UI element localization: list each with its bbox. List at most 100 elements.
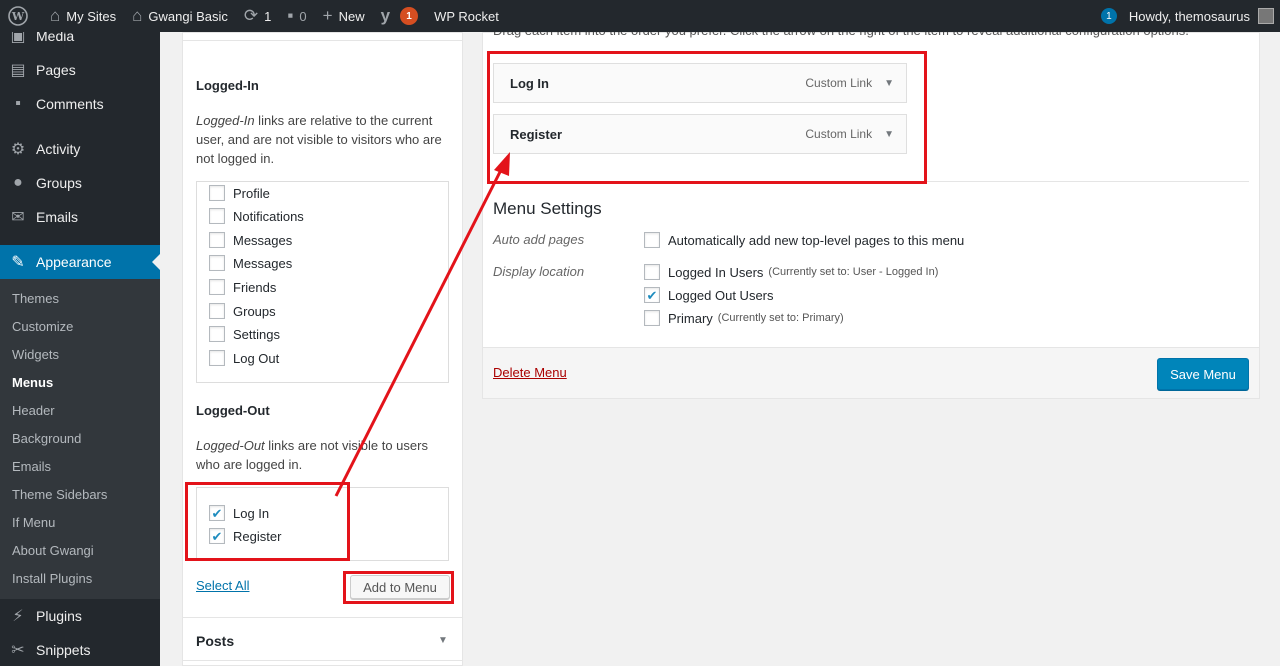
my-sites-label: My Sites [66,8,117,24]
logged-in-heading: Logged-In [196,78,259,93]
site-name-label: Gwangi Basic [148,8,228,24]
logged-in-checklist: Profile Notifications Messages Messages … [196,181,449,383]
checklist-item-label: Notifications [233,208,304,224]
sidebar-item-emails[interactable]: ✉ Emails [0,200,160,234]
save-menu-button[interactable]: Save Menu [1157,358,1249,390]
new-content-menu[interactable]: + New [315,0,373,32]
checkbox[interactable] [209,185,225,201]
site-name-menu[interactable]: ⌂ Gwangi Basic [124,0,236,32]
auto-add-pages-option[interactable]: Automatically add new top-level pages to… [644,232,964,248]
sidebar-item-label: Activity [36,141,81,157]
updates-menu[interactable]: ⟳ 1 [236,0,279,32]
sidebar-item-label: Groups [36,175,82,191]
checkbox[interactable] [209,326,225,342]
plus-icon: + [322,6,333,25]
location-note: (Currently set to: Primary) [717,312,844,324]
menu-settings-title: Menu Settings [493,199,602,218]
checklist-item-profile[interactable]: Profile [209,185,270,201]
sidebar-item-pages[interactable]: ▤ Pages [0,53,160,87]
checklist-item-settings[interactable]: Settings [209,326,280,342]
sidebar-item-label: Plugins [36,608,82,624]
submenu-item-themes[interactable]: Themes [0,285,160,313]
submenu-item-emails[interactable]: Emails [0,453,160,481]
checklist-item-notifications[interactable]: Notifications [209,208,304,224]
sidebar-item-groups[interactable]: ● Groups [0,166,160,200]
logged-out-desc-emphasis: Logged-Out [196,438,265,453]
sidebar-item-comments[interactable]: ▪ Comments [0,87,160,121]
wp-rocket-menu[interactable]: WP Rocket [426,0,507,32]
logged-in-desc-emphasis: Logged-In [196,113,255,128]
activity-icon: ⚙ [10,141,26,158]
submenu-item-theme-sidebars[interactable]: Theme Sidebars [0,481,160,509]
annotation-box-add-to-menu [343,571,454,604]
submenu-item-about-gwangi[interactable]: About Gwangi [0,537,160,565]
checklist-item-label: Messages [233,232,293,248]
select-all-link[interactable]: Select All [196,578,249,593]
comment-bubble-icon: ▪ [287,6,294,25]
display-location-label: Display location [493,264,585,279]
howdy-account-menu[interactable]: Howdy, themosaurus [1129,9,1250,24]
location-note: (Currently set to: User - Logged In) [768,266,939,278]
notification-badge[interactable]: 1 [1100,8,1117,24]
checkbox[interactable] [209,350,225,366]
location-label: Primary [668,310,713,326]
checkbox-checked[interactable] [644,287,660,303]
submenu-item-if-menu[interactable]: If Menu [0,509,160,537]
location-primary[interactable]: Primary (Currently set to: Primary) [644,310,844,326]
wordpress-logo-icon: W [8,6,28,26]
location-logged-out-users[interactable]: Logged Out Users [644,287,774,303]
sidebar-item-snippets[interactable]: ✂ Snippets [0,633,160,666]
groups-icon: ● [13,174,23,191]
logged-in-description: Logged-In links are relative to the curr… [196,111,452,168]
my-sites-menu[interactable]: ⌂ My Sites [42,0,124,32]
new-label: New [338,8,365,24]
wordpress-logo-button[interactable]: W [0,0,42,32]
menu-footer: Delete Menu Save Menu [483,347,1259,398]
checkbox[interactable] [209,279,225,295]
avatar[interactable] [1258,8,1274,24]
submenu-item-widgets[interactable]: Widgets [0,341,160,369]
checkbox[interactable] [209,255,225,271]
checklist-item-log-out[interactable]: Log Out [209,350,279,366]
checklist-item-friends[interactable]: Friends [209,279,276,295]
checkbox[interactable] [644,232,660,248]
checklist-item-groups[interactable]: Groups [209,303,276,319]
pages-icon: ▤ [10,62,26,79]
checklist-item-label: Groups [233,303,276,319]
submenu-item-background[interactable]: Background [0,425,160,453]
location-logged-in-users[interactable]: Logged In Users (Currently set to: User … [644,264,938,280]
section-divider [183,617,462,618]
sidebar-item-activity[interactable]: ⚙ Activity [0,132,160,166]
checkbox[interactable] [644,310,660,326]
checklist-item-messages[interactable]: Messages [209,232,292,248]
checklist-item-messages-2[interactable]: Messages [209,255,292,271]
yoast-notification-badge: 1 [400,7,419,25]
submenu-item-customize[interactable]: Customize [0,313,160,341]
comments-count: 0 [299,8,307,24]
comments-menu[interactable]: ▪ 0 [279,0,314,32]
delete-menu-link[interactable]: Delete Menu [493,365,567,380]
submenu-item-menus[interactable]: Menus [0,369,160,397]
checklist-item-label: Settings [233,326,280,342]
svg-text:W: W [11,10,25,23]
checkbox[interactable] [209,232,225,248]
checklist-item-label: Messages [233,255,293,271]
sidebar-item-plugins[interactable]: ⚡ Plugins [0,599,160,633]
sidebar-item-appearance[interactable]: ✎ Appearance [0,245,160,279]
checkbox[interactable] [209,208,225,224]
auto-add-pages-label: Auto add pages [493,232,585,247]
yoast-menu[interactable]: y 1 [373,0,426,32]
submenu-item-install-plugins[interactable]: Install Plugins [0,565,160,593]
checkbox[interactable] [209,303,225,319]
checkbox[interactable] [644,264,660,280]
submenu-item-header[interactable]: Header [0,397,160,425]
home-icon: ⌂ [132,6,143,25]
paintbrush-icon: ✎ [11,254,25,271]
caret-down-icon[interactable]: ▼ [438,635,448,646]
checklist-item-label: Friends [233,279,277,295]
annotation-box-logged-out-items [185,482,350,561]
posts-section-title[interactable]: Posts [196,633,234,649]
logged-out-description: Logged-Out links are not visible to user… [196,436,452,474]
sidebar-item-label: Snippets [36,642,91,658]
updates-count: 1 [264,8,272,24]
